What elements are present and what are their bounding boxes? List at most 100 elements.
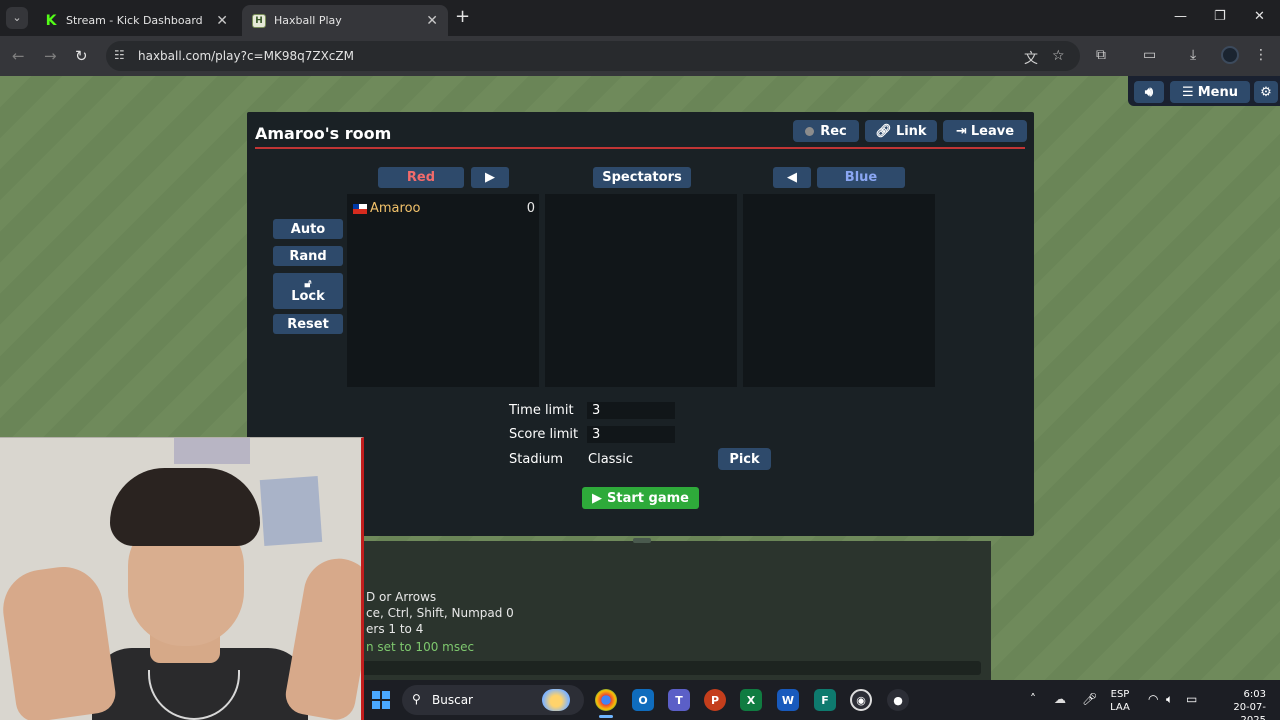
spectators-button[interactable]: Spectators [593, 167, 691, 188]
chat-message: ce, Ctrl, Shift, Numpad 0 [366, 606, 514, 620]
chat-resize-handle[interactable] [633, 538, 651, 543]
microphone-icon[interactable]: 🎤︎ [1082, 692, 1097, 706]
spectators-list[interactable] [545, 194, 737, 387]
link-button[interactable]: 🔗︎ Link [865, 120, 937, 142]
profile-avatar[interactable] [1221, 46, 1239, 64]
clock-date: 20-07-2025 [1233, 702, 1266, 720]
close-tab-icon[interactable]: ✕ [216, 13, 228, 29]
red-team-list[interactable]: Amaroo 0 [347, 194, 539, 387]
leave-icon: ⇥ [955, 123, 967, 139]
teams-icon[interactable]: T [668, 689, 690, 711]
red-team-button[interactable]: Red [378, 167, 464, 188]
score-limit-label: Score limit [509, 427, 579, 442]
wall-poster [174, 438, 250, 464]
room-dialog: Amaroo's room Rec 🔗︎ Link ⇥ Leave Red ▶ … [247, 112, 1034, 536]
chile-flag-icon [353, 203, 367, 214]
tab-search-chevron-icon[interactable]: ⌄ [6, 7, 28, 29]
chat-message: ers 1 to 4 [366, 622, 424, 636]
time-limit-input[interactable] [587, 402, 675, 419]
blue-team-button[interactable]: Blue [817, 167, 905, 188]
minimize-icon[interactable]: — [1174, 9, 1187, 24]
obs-icon[interactable]: ◉ [850, 689, 872, 711]
player-score: 0 [526, 201, 535, 216]
media-app-icon[interactable]: ● [887, 689, 909, 711]
move-to-spectators-right-arrow-icon[interactable]: ▶ [471, 167, 509, 188]
lock-button[interactable]: 🔓︎ Lock [273, 273, 343, 309]
clock[interactable]: 6:03 20-07-2025 [1210, 688, 1266, 720]
settings-button[interactable]: ⚙ [1254, 81, 1278, 103]
word-icon[interactable]: W [777, 689, 799, 711]
speaker-icon: 🔊︎ [1144, 84, 1154, 100]
menu-label: Menu [1197, 84, 1238, 100]
translate-icon[interactable]: 文 [1024, 48, 1038, 68]
download-icon[interactable]: ⤓ [1190, 47, 1196, 63]
browser-toolbar: ← → ↻ ☷ haxball.com/play?c=MK98q7ZXcZM 文… [0, 36, 1280, 76]
tab-kick-dashboard[interactable]: K Stream - Kick Dashboard ✕ [34, 5, 238, 36]
leave-button[interactable]: ⇥ Leave [943, 120, 1027, 142]
rec-button[interactable]: Rec [793, 120, 859, 142]
score-limit-input[interactable] [587, 426, 675, 443]
haxball-favicon-icon: H [252, 13, 266, 28]
back-arrow-icon[interactable]: ← [12, 47, 25, 65]
reset-button[interactable]: Reset [273, 314, 343, 334]
site-settings-icon[interactable]: ☷ [114, 48, 125, 62]
restore-icon[interactable]: ❐ [1214, 9, 1226, 24]
bookmark-star-icon[interactable]: ☆ [1052, 48, 1065, 64]
wifi-icon[interactable]: ◠ [1148, 692, 1158, 706]
title-divider [255, 147, 1025, 149]
unlock-icon: 🔓︎ [304, 277, 312, 290]
forms-icon[interactable]: F [814, 689, 836, 711]
more-menu-icon[interactable]: ⋮ [1254, 47, 1268, 63]
browser-tab-bar: ⌄ K Stream - Kick Dashboard ✕ H Haxball … [0, 0, 1280, 36]
wall-poster [259, 476, 323, 546]
start-game-button[interactable]: ▶ Start game [582, 487, 699, 509]
tab-haxball-play[interactable]: H Haxball Play ✕ [242, 5, 448, 36]
menu-button[interactable]: ☰ Menu [1170, 81, 1250, 103]
pick-stadium-button[interactable]: Pick [718, 448, 771, 470]
language-code: ESP [1110, 689, 1130, 700]
reload-icon[interactable]: ↻ [75, 47, 88, 65]
windows-start-icon[interactable] [372, 691, 390, 709]
network-status-icon[interactable]: ☁ [1054, 692, 1066, 706]
play-icon: ▶ [592, 490, 603, 506]
clock-time: 6:03 [1243, 689, 1266, 700]
sound-toggle-button[interactable]: 🔊︎ [1134, 81, 1164, 103]
kick-favicon-icon: K [45, 12, 57, 29]
volume-icon[interactable]: 🔈︎ [1166, 692, 1173, 707]
move-to-spectators-left-arrow-icon[interactable]: ◀ [773, 167, 811, 188]
extensions-puzzle-icon[interactable]: ⧉ [1096, 47, 1106, 63]
auto-button[interactable]: Auto [273, 219, 343, 239]
taskbar-search[interactable]: ⚲ Buscar [402, 685, 584, 715]
chrome-icon[interactable] [595, 689, 617, 711]
close-tab-icon[interactable]: ✕ [426, 13, 438, 29]
leave-label: Leave [970, 123, 1015, 139]
room-title: Amaroo's room [255, 124, 392, 143]
player-name: Amaroo [370, 201, 421, 216]
outlook-icon[interactable]: O [632, 689, 654, 711]
forward-arrow-icon[interactable]: → [44, 47, 57, 65]
hamburger-icon: ☰ [1182, 84, 1194, 100]
streamer-left-hand [0, 561, 118, 720]
url-text[interactable]: haxball.com/play?c=MK98q7ZXcZM [138, 49, 354, 63]
search-label: Buscar [432, 693, 473, 707]
address-bar[interactable]: ☷ haxball.com/play?c=MK98q7ZXcZM 文 ☆ [106, 41, 1080, 71]
reading-mode-icon[interactable]: ▭ [1143, 47, 1156, 63]
powerpoint-icon[interactable]: P [704, 689, 726, 711]
language-indicator[interactable]: ESP LAA [1108, 688, 1132, 714]
player-row[interactable]: Amaroo 0 [353, 201, 535, 216]
excel-icon[interactable]: X [740, 689, 762, 711]
link-label: Link [895, 123, 927, 139]
blue-team-list[interactable] [743, 194, 935, 387]
close-window-icon[interactable]: ✕ [1254, 9, 1265, 24]
tab-title: Haxball Play [274, 14, 342, 27]
battery-icon[interactable]: ▭ [1186, 692, 1197, 706]
chat-message: n set to 100 msec [366, 640, 475, 654]
new-tab-plus-icon[interactable]: + [455, 8, 470, 26]
tray-chevron-icon[interactable]: ˄ [1030, 692, 1036, 706]
link-icon: 🔗︎ [875, 123, 892, 139]
streamer-hair [110, 468, 260, 546]
stadium-label: Stadium [509, 452, 564, 467]
keyboard-layout: LAA [1110, 702, 1130, 713]
rand-button[interactable]: Rand [273, 246, 343, 266]
chat-input[interactable] [360, 661, 981, 675]
